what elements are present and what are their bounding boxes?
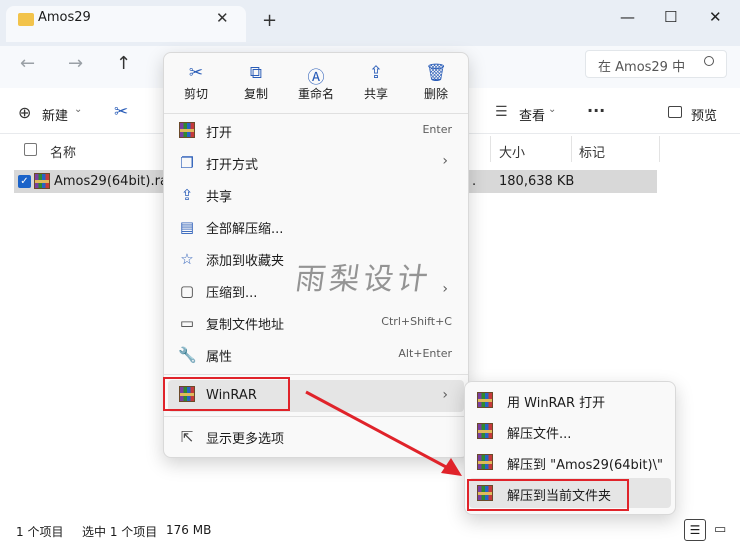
watermark: 雨梨设计: [293, 262, 434, 297]
arrow-line: [305, 390, 449, 470]
